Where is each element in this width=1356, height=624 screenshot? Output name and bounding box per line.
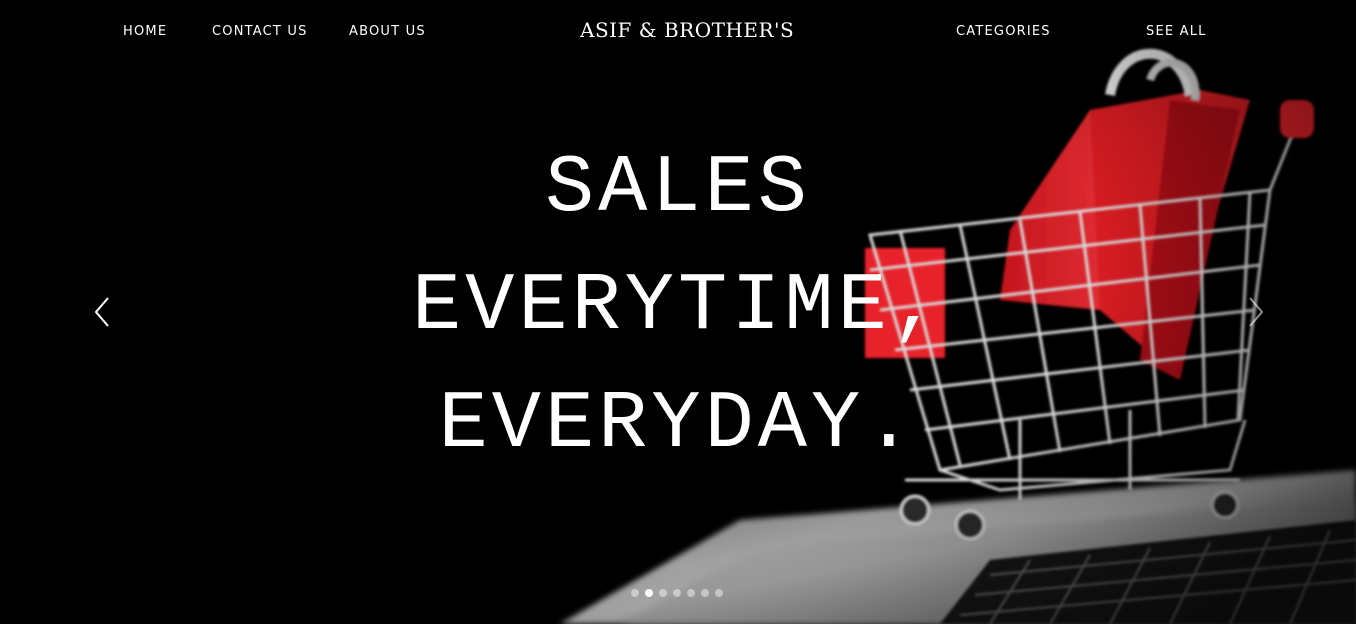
nav-see-all-link[interactable]: SEE ALL [1146, 22, 1207, 42]
carousel-indicator-dot[interactable] [715, 589, 723, 597]
carousel-indicator-dot[interactable] [659, 589, 667, 597]
nav-home-link[interactable]: HOME [123, 22, 167, 42]
carousel-indicator-dot[interactable] [645, 589, 653, 597]
hero-headline: SALES EVERYTIME, EVERYDAY. [280, 130, 1076, 484]
headline-line-3: EVERYDAY. [438, 378, 918, 471]
carousel-indicator-dot[interactable] [673, 589, 681, 597]
nav-about-us-link[interactable]: ABOUT US [349, 22, 426, 42]
carousel-prev-button[interactable] [88, 292, 118, 332]
brand-logo[interactable]: ASIF & BROTHER'S [580, 16, 794, 44]
carousel-next-button[interactable] [1240, 292, 1270, 332]
carousel-indicator-dot[interactable] [687, 589, 695, 597]
chevron-left-icon [94, 297, 109, 327]
nav-contact-us-link[interactable]: CONTACT US [212, 22, 308, 42]
hero-carousel: HOME CONTACT US ABOUT US ASIF & BROTHER'… [0, 0, 1356, 624]
nav-categories-link[interactable]: CATEGORIES [956, 22, 1051, 42]
chevron-right-icon [1249, 297, 1264, 327]
carousel-indicator-dot[interactable] [701, 589, 709, 597]
headline-line-1: SALES [544, 142, 812, 235]
carousel-indicators [631, 589, 723, 599]
carousel-indicator-dot[interactable] [631, 589, 639, 597]
headline-line-2: EVERYTIME, [411, 260, 945, 353]
